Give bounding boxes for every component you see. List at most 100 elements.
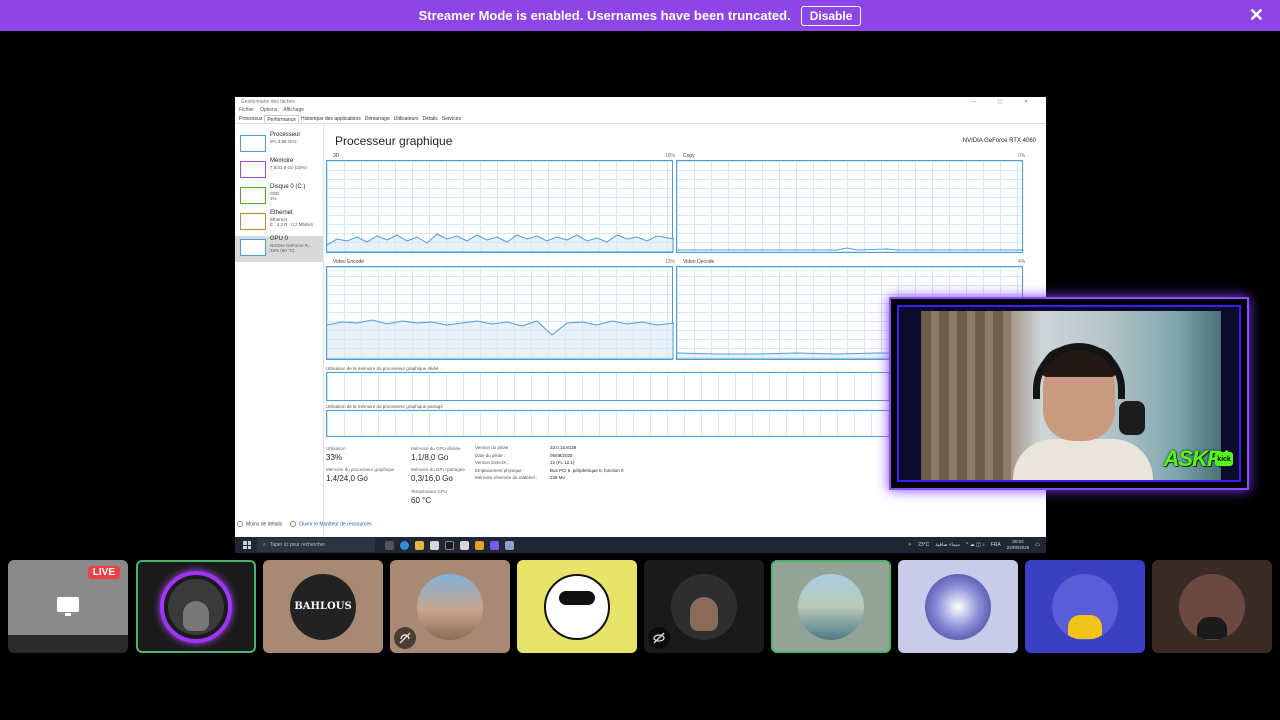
sidebar-item-sub: 7,0/31,9 Go (22%) [270,165,307,170]
clock-date: 22/09/2025 [1006,545,1030,550]
stat-gpu-mem-value: 1,4/24,0 Go [326,474,368,483]
close-icon[interactable]: ✕ [1249,6,1264,24]
store-icon[interactable] [430,540,439,550]
participant-tile[interactable] [898,560,1018,653]
sidebar-item-gpu[interactable]: GPU 0 NVIDIA GeForce R... 33% (60 °C) [235,236,323,262]
window-title: Gestionnaire des tâches [241,99,295,105]
tab-demarrage[interactable]: Démarrage [363,115,392,123]
avatar [417,573,483,640]
sidebar-item-memoire[interactable]: Mémoire 7,0/31,9 Go (22%) [235,158,323,184]
task-manager-icon[interactable] [505,540,514,550]
taskbar-clock[interactable]: 00:02 22/09/2025 [1007,539,1030,551]
mini-graph [240,135,266,152]
streamer-mode-banner: Streamer Mode is enabled. Usernames have… [0,0,1280,31]
taskbar-search[interactable]: ⌕ Taper ici pour rechercher [257,538,375,552]
tab-bar: Processus Performance Historique des app… [235,115,1046,124]
menu-item-affichage[interactable]: Affichage [283,107,304,115]
participant-tile-screen[interactable]: LIVE [8,560,128,653]
resource-monitor-link[interactable]: Ouvrir le Moniteur de ressources [290,521,372,527]
menu-item-fichier[interactable]: Fichier [239,107,254,115]
language-indicator[interactable]: FRA [991,542,1001,548]
graph-line-3d [327,233,674,252]
stat-dedicated-value: 1,1/8,0 Go [411,453,449,462]
explorer-icon[interactable] [415,540,424,550]
notification-icon[interactable]: ▭ [1035,542,1040,548]
participant-tile[interactable] [517,560,637,653]
menu-item-options[interactable]: Options [260,107,277,115]
sidebar-item-sub: E : 4,2 R : 0,2 Mbits/s [270,222,314,227]
mail-icon[interactable] [460,540,469,550]
disable-streamer-mode-button[interactable]: Disable [800,5,862,26]
tab-historique[interactable]: Historique des applications [299,115,363,123]
mem-shared-label: Utilisation de la mémoire du processeur … [326,404,443,409]
less-details-link[interactable]: Moins de détails [237,521,282,527]
props-labels: Version du pilote : Date du pilote : Ver… [475,444,537,482]
webcam-overlay: ASKRI kick [889,297,1249,490]
kick-logo-icon: kick [1215,452,1233,466]
graph-line-video-encode [327,319,674,359]
edge-icon[interactable] [400,540,409,550]
page-title: Processeur graphique [335,134,453,148]
prop-value: 32.0.15.8129 [550,445,577,450]
prop-label: Date du pilote : [475,452,506,458]
windows-start-icon[interactable] [243,541,251,549]
tab-processus[interactable]: Processus [237,115,264,123]
prop-value: Bus PCI 6, périphérique 0, fonction 0 [550,467,624,473]
participant-tile[interactable]: BAHLOUS [263,560,383,653]
mini-graph [240,161,266,178]
participant-tile[interactable] [771,560,891,653]
prop-value: 235 Mo [550,475,566,480]
window-controls: — ▢ ✕ [971,99,1038,105]
task-view-icon[interactable] [385,540,394,550]
prop-label: Emplacement physique : [475,467,525,473]
weather-icon: ☀ [907,542,913,548]
prop-label: Version du pilote : [475,445,511,450]
sidebar-item-label: Processeur [270,132,301,138]
sidebar-item-processeur[interactable]: Processeur 6% 3,95 GHz [235,132,323,158]
discord-icon[interactable] [490,540,499,550]
avatar [671,573,737,640]
participant-tile[interactable] [390,560,510,653]
sidebar-item-disque[interactable]: Disque 0 (C:) SSD 1% [235,184,323,210]
windows-taskbar: ⌕ Taper ici pour rechercher ☀ 23°C سماء … [235,537,1046,553]
stat-shared-value: 0,3/16,0 Go [411,474,453,483]
participant-tile[interactable] [1025,560,1145,653]
screen-share-icon [57,596,79,616]
tray-icons[interactable]: ^ ☁ ◫ ♪ [966,542,985,548]
graph-video-encode [326,266,674,360]
camera-off-icon [648,627,670,649]
taskmgr-footer: Moins de détails Ouvrir le Moniteur de r… [237,521,372,527]
avatar-text: BAHLOUS [294,601,352,612]
participant-tile[interactable] [644,560,764,653]
taskbar-apps [385,540,514,550]
stat-utilisation-value: 33% [326,453,343,462]
avatar [798,573,864,640]
system-tray: ☀ 23°C سماء صافية ^ ☁ ◫ ♪ FRA 00:02 22/0… [908,539,1046,551]
app-icon[interactable] [475,540,484,550]
sidebar-item-ethernet[interactable]: Ethernet Ethernet E : 4,2 R : 0,2 Mbits/… [235,210,323,236]
perf-sidebar: Processeur 6% 3,95 GHz Mémoire 7,0/31,9 … [235,124,324,537]
graph-copy [676,160,1024,253]
sidebar-item-sub: 6% 3,95 GHz [270,139,297,144]
avatar: BAHLOUS [290,573,356,640]
stat-gpu-mem-label: Mémoire du processeur graphique [326,467,395,472]
avatar-figure [1197,616,1227,639]
resource-monitor-label: Ouvrir le Moniteur de ressources [299,521,372,528]
avatar-hair [559,590,595,605]
tab-details[interactable]: Détails [420,115,439,123]
mini-graph [240,239,266,256]
tab-services[interactable]: Services [440,115,463,123]
participant-tile[interactable] [136,560,256,653]
app-icon[interactable] [445,540,454,550]
tab-utilisateurs[interactable]: Utilisateurs [392,115,421,123]
webcam-frame: ASKRI kick [897,305,1241,482]
gpu-name: NVIDIA GeForce RTX 4060 [962,138,1036,144]
avatar [925,573,991,640]
avatar-figure [183,600,209,631]
less-details-label: Moins de détails [246,521,283,528]
microphone-icon [1119,401,1145,435]
participant-tile[interactable] [1152,560,1272,653]
weather-text: سماء صافية [935,542,960,548]
avatar [1179,573,1245,640]
tab-performance[interactable]: Performance [264,115,299,123]
